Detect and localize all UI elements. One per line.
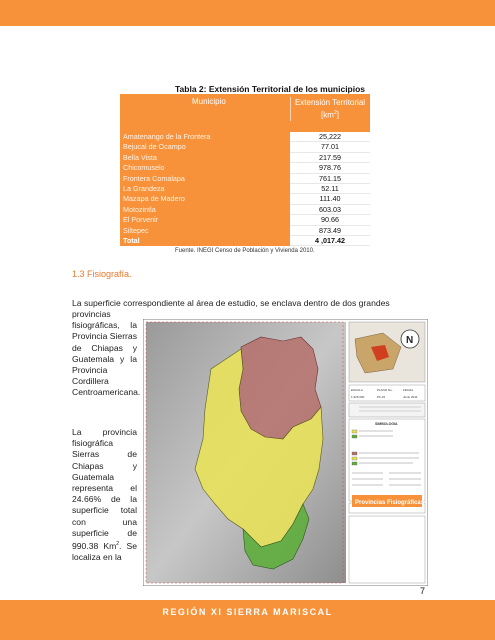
header-extension-unit: [km bbox=[321, 110, 334, 120]
row-municipio: Bella Vista bbox=[123, 152, 157, 162]
table-row: Bejucal de Ocampo 77.01 bbox=[120, 142, 370, 153]
total-value: 4 ,017.42 bbox=[290, 235, 370, 247]
row-municipio: La Grandeza bbox=[123, 183, 165, 193]
map-plano-value: PF-01 bbox=[377, 395, 386, 399]
column-paragraph-1: provincias fisiográficas, la Provincia S… bbox=[72, 309, 141, 398]
map-scale-label: ESCALA bbox=[351, 388, 363, 392]
row-municipio: Bejucal de Ocampo bbox=[123, 142, 186, 152]
table-row: Motozintla 603.03 bbox=[120, 204, 370, 216]
table-row: La Grandeza 52.11 bbox=[120, 183, 370, 195]
map-scale-value: 1:325 000 bbox=[351, 395, 365, 399]
header-extension: Extensión Territorial [km2] bbox=[290, 97, 369, 121]
map-fecha-value: Junio 2011 bbox=[403, 395, 418, 399]
municipios-table: Municipio Extensión Territorial [km2] Am… bbox=[120, 94, 370, 247]
table-row: Amatenango de la Frontera 25,222 bbox=[120, 132, 370, 143]
row-extension: 90.66 bbox=[290, 215, 370, 226]
map-plano-label: PLANO No. bbox=[377, 388, 393, 392]
table-row: El Porvenir 90.66 bbox=[120, 215, 370, 226]
physiography-map: N ESCALA 1:325 000 PLANO No. PF-01 FECHA… bbox=[143, 319, 428, 586]
row-extension: 111.40 bbox=[290, 194, 370, 205]
table-title: Tabla 2: Extensión Territorial de los mu… bbox=[175, 84, 366, 94]
table-row: Siltepec 873.49 bbox=[120, 225, 370, 236]
side-panel: N ESCALA 1:325 000 PLANO No. PF-01 FECHA… bbox=[348, 321, 426, 584]
column-paragraph-2: La provincia fisiográfica Sierras de Chi… bbox=[72, 427, 137, 563]
column-paragraph-2-text: La provincia fisiográfica Sierras de Chi… bbox=[72, 427, 137, 551]
row-extension: 873.49 bbox=[290, 225, 370, 236]
row-extension: 761.15 bbox=[290, 173, 370, 184]
row-extension: 25,222 bbox=[290, 132, 370, 143]
table-row: Mazapa de Madero 111.40 bbox=[120, 194, 370, 205]
row-municipio: Siltepec bbox=[123, 225, 149, 235]
header-bar bbox=[0, 0, 495, 26]
header-municipio: Municipio bbox=[192, 97, 226, 106]
row-extension: 978.76 bbox=[290, 163, 370, 174]
row-municipio: Chicomuselo bbox=[123, 163, 165, 173]
table-row: Bella Vista 217.59 bbox=[120, 152, 370, 164]
table-total-row: Total 4 ,017.42 bbox=[120, 235, 370, 247]
row-extension: 603.03 bbox=[290, 204, 370, 216]
map-fecha-label: FECHA bbox=[403, 388, 413, 392]
row-extension: 52.11 bbox=[290, 183, 370, 195]
section-title: 1.3 Fisiografía. bbox=[72, 269, 132, 279]
svg-text:N: N bbox=[406, 335, 413, 346]
total-label: Total bbox=[123, 235, 140, 245]
intro-paragraph: La superficie correspondiente al área de… bbox=[72, 298, 390, 308]
row-extension: 217.59 bbox=[290, 152, 370, 164]
row-municipio: El Porvenir bbox=[123, 215, 159, 225]
row-municipio: Amatenango de la Frontera bbox=[123, 132, 211, 141]
table-row: Frontera Comalapa 761.15 bbox=[120, 173, 370, 184]
footer-bar bbox=[0, 600, 495, 640]
table-row: Chicomuselo 978.76 bbox=[120, 163, 370, 174]
row-municipio: Frontera Comalapa bbox=[123, 173, 185, 183]
row-municipio: Motozintla bbox=[123, 204, 156, 214]
header-extension-label: Extensión Territorial bbox=[294, 98, 366, 107]
page-number: 7 bbox=[420, 586, 426, 596]
row-municipio: Mazapa de Madero bbox=[123, 194, 185, 204]
footer-title: REGIÓN XI SIERRA MARISCAL bbox=[162, 607, 333, 617]
map-provincias-label: Provincias Fisiográficas bbox=[355, 500, 425, 506]
map-legend-title: SIMBOLOGIA bbox=[375, 422, 398, 426]
row-extension: 77.01 bbox=[290, 142, 370, 153]
table-header: Municipio Extensión Territorial [km2] bbox=[120, 94, 370, 128]
table-source: Fuente. INEGI Censo de Población y Vivie… bbox=[175, 248, 315, 254]
